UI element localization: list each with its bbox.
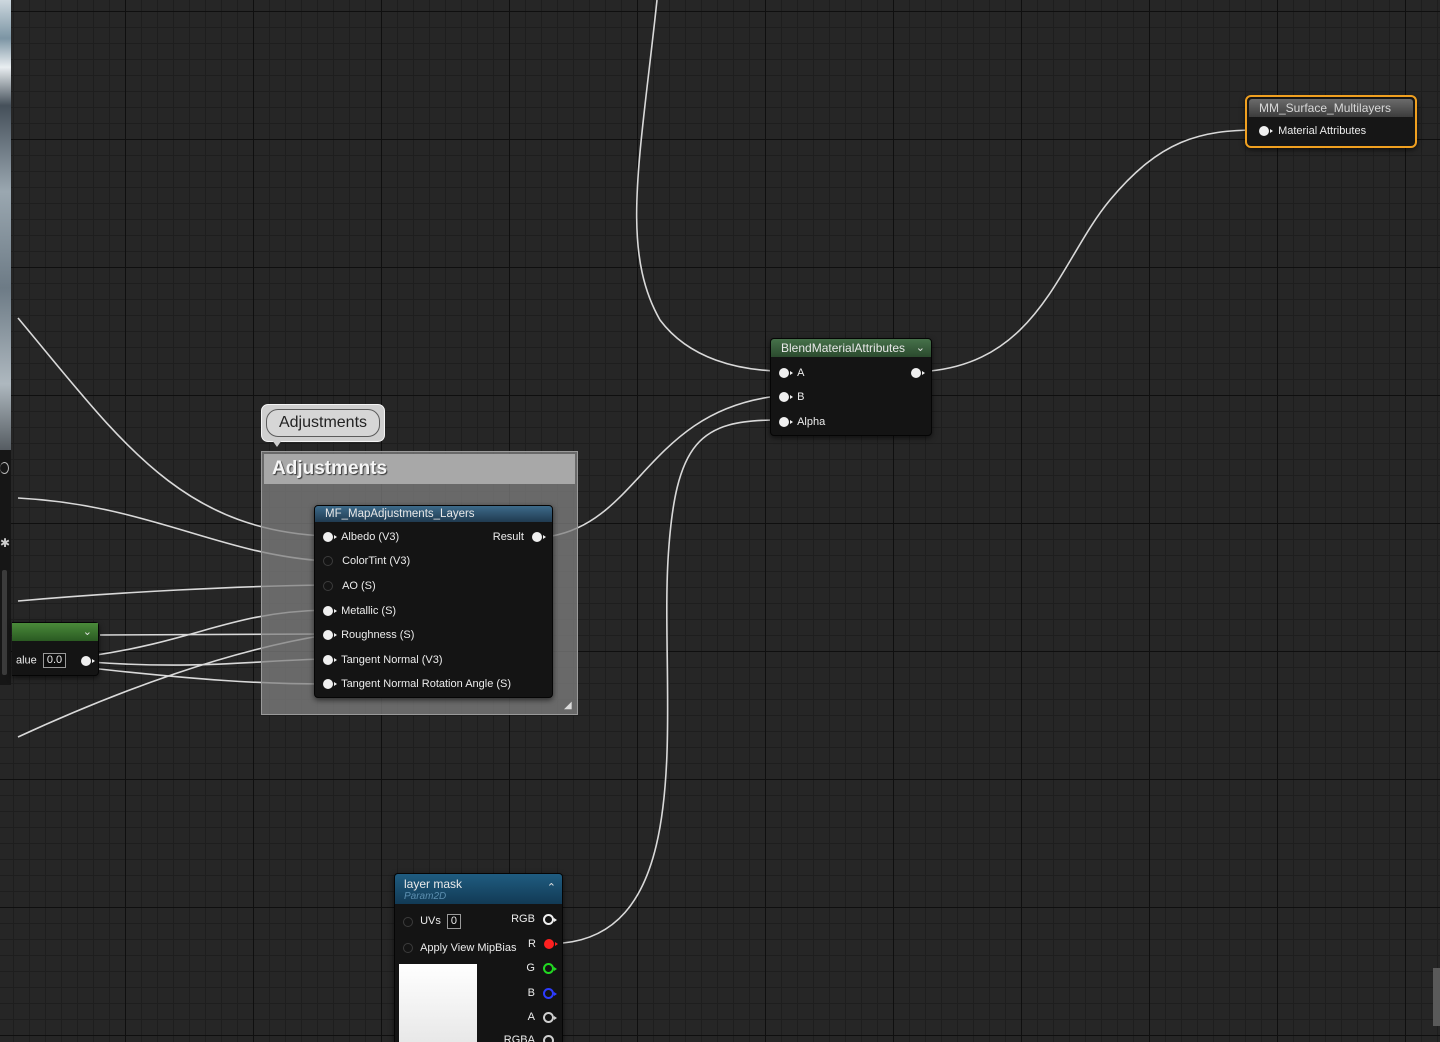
material-attributes-input-pin[interactable] bbox=[1259, 126, 1273, 137]
r-output-label: R bbox=[527, 938, 536, 950]
colortint-input-pin[interactable] bbox=[323, 556, 333, 567]
b-input-pin[interactable] bbox=[779, 392, 793, 403]
uvs-input-pin[interactable] bbox=[403, 916, 413, 927]
pin-row-material-attributes[interactable]: Material Attributes bbox=[1259, 124, 1366, 138]
a-output-label: A bbox=[527, 1011, 535, 1023]
map-adjustments-node[interactable]: MF_MapAdjustments_Layers Albedo (V3) Col… bbox=[314, 505, 553, 698]
roughness-input-label: Roughness (S) bbox=[341, 629, 415, 641]
left-value-field[interactable]: 0.0 bbox=[42, 653, 67, 668]
texture-node-subtitle: Param2D bbox=[404, 891, 447, 902]
metallic-input-label: Metallic (S) bbox=[341, 605, 397, 617]
pin-row-g[interactable]: G bbox=[526, 961, 557, 975]
chevron-up-icon[interactable]: ⌃ bbox=[547, 881, 556, 894]
rotation-angle-input-pin[interactable] bbox=[323, 679, 337, 690]
blend-output-pin[interactable] bbox=[911, 368, 925, 379]
left-partial-node-header: ⌄ bbox=[12, 623, 98, 641]
pin-row-ao[interactable]: AO (S) bbox=[323, 579, 376, 593]
comment-title[interactable]: Adjustments bbox=[264, 454, 575, 484]
roughness-input-pin[interactable] bbox=[323, 630, 337, 641]
a-input-label: A bbox=[797, 367, 805, 379]
b-output-label: B bbox=[527, 987, 535, 999]
pin-row-r[interactable]: R bbox=[527, 937, 558, 951]
wire-blend-to-output bbox=[929, 129, 1259, 372]
material-output-node[interactable]: MM_Surface_Multilayers Material Attribut… bbox=[1245, 95, 1417, 148]
output-node-title: MM_Surface_Multilayers bbox=[1249, 99, 1413, 117]
pin-row-colortint[interactable]: ColorTint (V3) bbox=[323, 554, 410, 568]
right-scrollbar[interactable] bbox=[1433, 968, 1440, 1026]
result-output-pin[interactable] bbox=[532, 532, 546, 543]
pin-row-tangent-normal[interactable]: Tangent Normal (V3) bbox=[323, 653, 443, 667]
blend-output-row[interactable] bbox=[911, 366, 925, 380]
material-attributes-input-label: Material Attributes bbox=[1278, 125, 1367, 137]
pin-row-b-channel[interactable]: B bbox=[527, 986, 557, 1000]
rgb-output-label: RGB bbox=[511, 913, 535, 925]
viewport-preview-strip bbox=[0, 0, 11, 480]
sphere-icon[interactable] bbox=[0, 462, 9, 474]
albedo-input-pin[interactable] bbox=[323, 532, 337, 543]
metallic-input-pin[interactable] bbox=[323, 606, 337, 617]
texture-node-header: layer mask Param2D ⌃ bbox=[395, 874, 562, 904]
pin-row-uvs[interactable]: UVs 0 bbox=[403, 914, 462, 929]
texture-preview bbox=[399, 964, 477, 1042]
resize-grip-icon[interactable]: ◢ bbox=[564, 701, 574, 711]
blend-node-header: BlendMaterialAttributes ⌄ bbox=[771, 339, 931, 357]
left-value-label: alue bbox=[16, 654, 37, 667]
pin-row-rgb[interactable]: RGB bbox=[511, 912, 557, 926]
pin-row-a-channel[interactable]: A bbox=[527, 1010, 557, 1024]
chevron-down-icon[interactable]: ⌄ bbox=[83, 623, 92, 641]
rgb-output-pin[interactable] bbox=[543, 913, 557, 925]
tangent-normal-input-pin[interactable] bbox=[323, 655, 337, 666]
b-input-label: B bbox=[797, 391, 805, 403]
comment-bubble-label: Adjustments bbox=[266, 409, 380, 437]
chevron-down-icon[interactable]: ⌄ bbox=[916, 339, 925, 357]
rotation-angle-input-label: Tangent Normal Rotation Angle (S) bbox=[341, 678, 512, 690]
left-value-output-pin[interactable] bbox=[81, 655, 96, 666]
texture-node-title: layer mask bbox=[404, 877, 463, 891]
uvs-input-label: UVs bbox=[420, 915, 441, 928]
mipbias-input-pin[interactable] bbox=[403, 943, 413, 954]
a-output-pin[interactable] bbox=[543, 1011, 557, 1023]
tangent-normal-input-label: Tangent Normal (V3) bbox=[341, 654, 443, 666]
layer-mask-texture-node[interactable]: layer mask Param2D ⌃ UVs 0 Apply View Mi… bbox=[394, 873, 563, 1042]
colortint-input-label: ColorTint (V3) bbox=[342, 555, 411, 567]
wire-result-to-b bbox=[551, 395, 779, 537]
pin-row-roughness[interactable]: Roughness (S) bbox=[323, 628, 414, 642]
wire-a-input bbox=[635, 0, 779, 372]
gear-icon[interactable]: ✱ bbox=[0, 536, 10, 550]
alpha-input-pin[interactable] bbox=[779, 417, 793, 428]
result-output-label: Result bbox=[492, 531, 524, 543]
pin-row-mipbias[interactable]: Apply View MipBias bbox=[403, 941, 516, 955]
comment-bubble[interactable]: Adjustments bbox=[261, 404, 385, 447]
left-partial-node[interactable]: ⌄ alue 0.0 bbox=[12, 622, 99, 676]
wire-layer bbox=[17, 0, 1259, 944]
pin-row-a[interactable]: A bbox=[779, 366, 804, 380]
pin-row-result[interactable]: Result bbox=[492, 530, 546, 544]
pin-row-b[interactable]: B bbox=[779, 390, 804, 404]
uvs-value-field[interactable]: 0 bbox=[446, 914, 462, 929]
r-output-pin[interactable] bbox=[544, 939, 558, 950]
pin-row-alpha[interactable]: Alpha bbox=[779, 415, 825, 429]
alpha-input-label: Alpha bbox=[797, 416, 826, 428]
map-adjustments-node-title: MF_MapAdjustments_Layers bbox=[315, 506, 552, 522]
blend-material-attributes-node[interactable]: BlendMaterialAttributes ⌄ A B Alpha bbox=[770, 338, 932, 436]
comment-bubble-tail bbox=[272, 440, 282, 447]
g-output-pin[interactable] bbox=[543, 962, 557, 974]
ao-input-label: AO (S) bbox=[342, 580, 376, 592]
a-input-pin[interactable] bbox=[779, 368, 793, 379]
blend-node-title: BlendMaterialAttributes bbox=[781, 341, 906, 355]
pin-row-rotation-angle[interactable]: Tangent Normal Rotation Angle (S) bbox=[323, 677, 511, 691]
wire-mask-to-alpha bbox=[562, 419, 779, 944]
g-output-label: G bbox=[526, 962, 535, 974]
b-output-pin[interactable] bbox=[543, 987, 557, 999]
albedo-input-label: Albedo (V3) bbox=[341, 531, 400, 543]
ao-input-pin[interactable] bbox=[323, 581, 333, 592]
pin-row-albedo[interactable]: Albedo (V3) bbox=[323, 530, 399, 544]
left-scrollbar[interactable] bbox=[2, 570, 7, 675]
pin-row-metallic[interactable]: Metallic (S) bbox=[323, 604, 396, 618]
mipbias-input-label: Apply View MipBias bbox=[420, 942, 517, 954]
pin-row-left-value[interactable]: alue 0.0 bbox=[16, 653, 96, 668]
